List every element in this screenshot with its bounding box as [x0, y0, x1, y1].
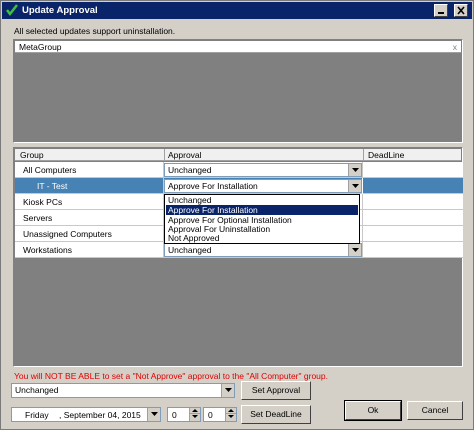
group-cell: Servers — [23, 213, 53, 223]
dropdown-arrow-icon[interactable] — [348, 244, 361, 256]
group-cell: Kiosk PCs — [23, 197, 63, 207]
checkmark-icon — [5, 3, 19, 17]
metagroup-panel: MetaGroup x — [13, 39, 463, 143]
approval-select[interactable]: Unchanged — [11, 383, 235, 398]
column-header-deadline[interactable]: DeadLine — [368, 150, 404, 160]
table-row[interactable]: All Computers Unchanged — [15, 162, 463, 178]
column-header-approval[interactable]: Approval — [168, 150, 202, 160]
group-cell: All Computers — [23, 165, 77, 175]
approval-grid: Group Approval DeadLine All Computers Un… — [13, 147, 463, 367]
approval-dropdown-list: Unchanged Approve For Installation Appro… — [164, 194, 360, 244]
dropdown-option-not-approved[interactable]: Not Approved — [166, 233, 358, 243]
calendar-dropdown-icon[interactable] — [147, 408, 160, 421]
approval-combo[interactable]: Approve For Installation — [164, 179, 362, 193]
group-cell: Workstations — [23, 245, 72, 255]
metagroup-close-icon[interactable]: x — [453, 42, 457, 52]
group-cell: Unassigned Computers — [23, 229, 112, 239]
minute-stepper[interactable]: 0 — [203, 407, 237, 422]
date-value: , September 04, 2015 — [59, 410, 141, 420]
group-cell: IT - Test — [37, 181, 68, 191]
dropdown-option-unchanged[interactable]: Unchanged — [166, 195, 358, 205]
warning-text: You will NOT BE ABLE to set a "Not Appro… — [14, 371, 328, 381]
approval-combo[interactable]: Unchanged — [164, 163, 362, 177]
ok-button[interactable]: Ok — [344, 400, 402, 421]
minimize-button[interactable] — [434, 4, 448, 17]
dropdown-arrow-icon[interactable] — [221, 384, 234, 397]
dropdown-option-approve-install[interactable]: Approve For Installation — [166, 205, 358, 215]
column-header-group[interactable]: Group — [20, 150, 44, 160]
metagroup-label: MetaGroup — [19, 42, 62, 52]
set-approval-button[interactable]: Set Approval — [241, 381, 311, 400]
update-approval-window: Update Approval All selected updates sup… — [0, 0, 474, 430]
hour-stepper[interactable]: 0 — [167, 407, 201, 422]
date-day: Friday — [25, 410, 49, 420]
cancel-button[interactable]: Cancel — [407, 401, 463, 420]
deadline-date-picker[interactable]: Friday , September 04, 2015 — [11, 407, 161, 422]
metagroup-header: MetaGroup x — [15, 41, 461, 53]
approval-combo[interactable]: Unchanged — [164, 243, 362, 257]
dropdown-arrow-icon[interactable] — [348, 164, 361, 176]
close-icon — [457, 6, 465, 15]
grid-header: Group Approval DeadLine — [15, 149, 461, 161]
title-bar[interactable]: Update Approval — [2, 2, 472, 19]
spin-down-icon[interactable] — [226, 414, 236, 420]
dropdown-arrow-icon[interactable] — [348, 180, 361, 192]
minimize-icon — [438, 12, 444, 14]
table-row-selected[interactable]: IT - Test Approve For Installation — [15, 178, 463, 194]
info-text: All selected updates support uninstallat… — [14, 26, 176, 36]
window-title: Update Approval — [22, 5, 98, 16]
spin-down-icon[interactable] — [190, 414, 200, 420]
set-deadline-button[interactable]: Set DeadLine — [241, 405, 311, 424]
table-row[interactable]: Workstations Unchanged — [15, 242, 463, 258]
close-button[interactable] — [454, 4, 468, 17]
